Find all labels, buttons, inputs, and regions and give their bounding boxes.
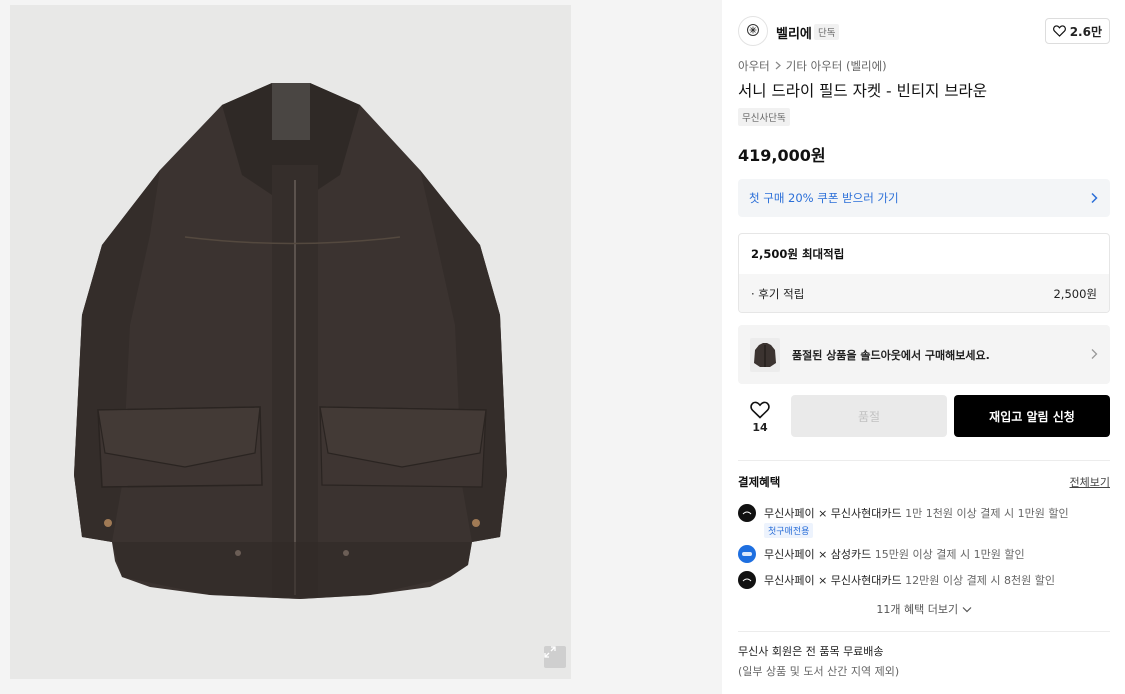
soldout-button: 품절	[791, 395, 947, 437]
expand-image-button[interactable]	[544, 646, 566, 668]
product-image[interactable]	[10, 5, 571, 679]
brand-logo-icon	[746, 22, 760, 41]
wishlist-count: 14	[752, 420, 768, 434]
more-benefits-label: 11개 혜택 더보기	[876, 603, 959, 616]
restock-alert-button[interactable]: 재입고 알림 신청	[954, 395, 1110, 437]
benefit-item: 무신사페이 × 삼성카드 15만원 이상 결제 시 1만원 할인	[738, 544, 1110, 564]
brand-name[interactable]: 벨리에	[776, 23, 812, 42]
benefit-provider: 무신사페이 × 삼성카드	[764, 548, 872, 561]
soldout-banner-text: 품절된 상품을 솔드아웃에서 구매해보세요.	[792, 348, 990, 362]
inner-collar	[272, 83, 310, 140]
cuff-snap-left	[104, 519, 112, 527]
benefit-text: 무신사페이 × 무신사현대카드 1만 1천원 이상 결제 시 1만원 할인	[764, 505, 1069, 521]
divider	[738, 631, 1110, 632]
chevron-right-icon	[774, 60, 782, 73]
shipping-info: 무신사 회원은 전 품목 무료배송	[738, 645, 884, 658]
divider	[738, 460, 1110, 461]
benefit-provider: 무신사페이 × 무신사현대카드	[764, 574, 902, 587]
heart-icon	[750, 401, 770, 419]
points-row-label: · 후기 적립	[751, 287, 805, 301]
benefit-item: 무신사페이 × 무신사현대카드 12만원 이상 결제 시 8천원 할인	[738, 570, 1110, 590]
breadcrumb: 아우터 기타 아우터 (벨리에)	[738, 58, 887, 74]
points-row-value: 2,500원	[1053, 287, 1097, 301]
brand-like-button[interactable]: 2.6만	[1044, 18, 1110, 44]
benefit-detail: 1만 1천원 이상 결제 시 1만원 할인	[905, 507, 1069, 520]
points-box: 2,500원 최대적립 · 후기 적립 2,500원	[738, 233, 1110, 313]
heart-icon	[1052, 25, 1066, 37]
soldout-banner[interactable]: 품절된 상품을 솔드아웃에서 구매해보세요.	[738, 325, 1110, 384]
benefit-provider: 무신사페이 × 무신사현대카드	[764, 507, 902, 520]
points-heading: 2,500원 최대적립	[751, 247, 845, 261]
product-image-area	[0, 0, 722, 694]
brand-like-count: 2.6만	[1069, 24, 1102, 39]
benefit-text: 무신사페이 × 무신사현대카드 12만원 이상 결제 시 8천원 할인	[764, 572, 1055, 588]
product-info-panel: 벨리에 단독 2.6만 아우터 기타 아우터 (벨리에) 서니 드라이 필드 자…	[738, 0, 1110, 694]
coupon-banner[interactable]: 첫 구매 20% 쿠폰 받으러 가기	[738, 179, 1110, 217]
benefit-detail: 12만원 이상 결제 시 8천원 할인	[905, 574, 1055, 587]
benefit-text: 무신사페이 × 삼성카드 15만원 이상 결제 시 1만원 할인	[764, 546, 1025, 562]
purchase-actions: 14 품절 재입고 알림 신청	[738, 395, 1110, 437]
shipping-note: (일부 상품 및 도서 산간 지역 제외)	[738, 665, 900, 678]
benefit-detail: 15만원 이상 결제 시 1만원 할인	[874, 548, 1025, 561]
benefit-item: 무신사페이 × 무신사현대카드 1만 1천원 이상 결제 시 1만원 할인 첫구…	[738, 503, 1110, 538]
soldout-thumbnail	[750, 337, 780, 372]
brand-logo[interactable]	[738, 16, 768, 46]
coupon-text: 첫 구매 20% 쿠폰 받으러 가기	[749, 191, 899, 205]
brand-row: 벨리에 단독 2.6만	[738, 15, 1110, 48]
brand-exclusive-badge: 단독	[814, 24, 840, 40]
cuff-snap-right	[472, 519, 480, 527]
more-benefits-button[interactable]: 11개 혜택 더보기	[738, 601, 1110, 617]
chevron-right-icon	[1090, 189, 1098, 208]
product-price: 419,000원	[738, 146, 826, 165]
points-row: · 후기 적립 2,500원	[739, 274, 1109, 312]
wishlist-button[interactable]: 14	[738, 395, 782, 437]
breadcrumb-subcategory[interactable]: 기타 아우터 (벨리에)	[786, 58, 887, 74]
hyundai-card-icon	[738, 571, 756, 589]
chevron-down-icon	[962, 603, 972, 616]
first-purchase-badge: 첫구매전용	[764, 523, 814, 538]
breadcrumb-category[interactable]: 아우터	[738, 58, 770, 74]
samsung-card-icon	[738, 545, 756, 563]
product-title: 서니 드라이 필드 자켓 - 빈티지 브라운	[738, 82, 988, 100]
chevron-right-icon	[1090, 345, 1098, 364]
jacket-illustration	[74, 83, 507, 599]
hyundai-card-icon	[738, 504, 756, 522]
benefits-view-all-link[interactable]: 전체보기	[1070, 474, 1110, 490]
benefits-heading: 결제혜택	[738, 475, 781, 489]
exclusive-badge: 무신사단독	[738, 108, 790, 126]
